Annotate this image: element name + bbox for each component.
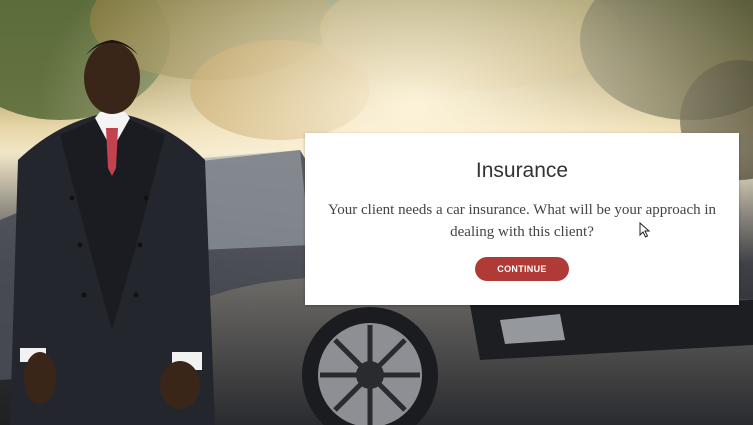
mouse-pointer-icon bbox=[639, 222, 651, 238]
continue-button[interactable]: CONTINUE bbox=[475, 257, 569, 281]
dialog-message: Your client needs a car insurance. What … bbox=[327, 202, 717, 240]
dialog-title: Insurance bbox=[475, 159, 569, 182]
insurance-dialog: Insurance Your client needs a car insura… bbox=[305, 133, 739, 305]
